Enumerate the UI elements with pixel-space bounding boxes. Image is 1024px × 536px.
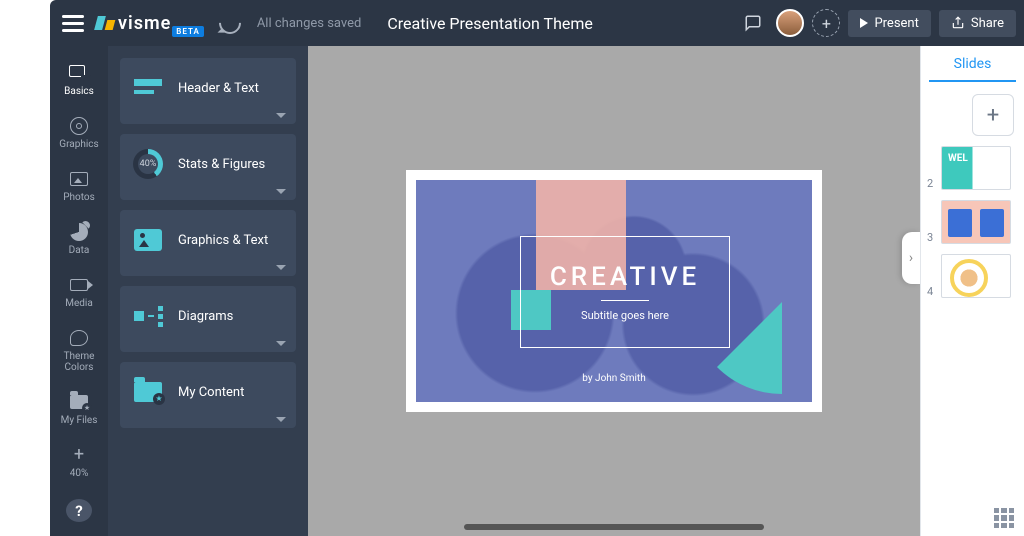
thumb-preview bbox=[941, 254, 1011, 298]
stats-icon: 40% bbox=[133, 149, 163, 179]
play-icon bbox=[860, 18, 868, 28]
slide-title[interactable]: CREATIVE bbox=[550, 262, 700, 292]
graphics-icon bbox=[70, 117, 88, 135]
slide-byline[interactable]: by John Smith bbox=[416, 373, 812, 384]
plus-icon: + bbox=[68, 444, 90, 466]
graphics-text-icon bbox=[134, 229, 162, 251]
share-button[interactable]: Share bbox=[939, 10, 1016, 37]
rail-item-theme-colors[interactable]: Theme Colors bbox=[50, 321, 108, 379]
slide-subtitle[interactable]: Subtitle goes here bbox=[581, 309, 669, 322]
undo-icon[interactable] bbox=[214, 7, 245, 38]
panel-item-header-text[interactable]: Header & Text bbox=[120, 58, 296, 124]
data-icon bbox=[70, 223, 88, 241]
menu-button[interactable] bbox=[58, 8, 88, 38]
avatar[interactable] bbox=[776, 9, 804, 37]
canvas[interactable]: CREATIVE Subtitle goes here by John Smit… bbox=[308, 46, 920, 536]
panel-item-graphics-text[interactable]: Graphics & Text bbox=[120, 210, 296, 276]
left-rail: Basics Graphics Photos Data Media Theme … bbox=[50, 46, 108, 536]
logo-mark-icon bbox=[96, 16, 114, 30]
slide-thumb[interactable]: 4 bbox=[927, 254, 1018, 298]
palette-icon bbox=[70, 330, 88, 346]
panel-item-stats-figures[interactable]: 40% Stats & Figures bbox=[120, 134, 296, 200]
diagrams-icon bbox=[134, 306, 163, 327]
rail-item-media[interactable]: Media bbox=[50, 268, 108, 315]
present-button[interactable]: Present bbox=[848, 10, 930, 37]
category-panel: Header & Text 40% Stats & Figures Graphi… bbox=[108, 46, 308, 536]
chevron-down-icon bbox=[276, 265, 286, 270]
header-text-icon bbox=[134, 79, 162, 97]
rail-item-basics[interactable]: Basics bbox=[50, 56, 108, 103]
basics-icon bbox=[69, 63, 89, 83]
panel-item-my-content[interactable]: My Content bbox=[120, 362, 296, 428]
divider bbox=[601, 300, 649, 301]
grid-view-icon[interactable] bbox=[994, 508, 1014, 528]
chevron-down-icon bbox=[276, 113, 286, 118]
slides-tab[interactable]: Slides bbox=[929, 46, 1016, 82]
topbar: visme BETA All changes saved Creative Pr… bbox=[50, 0, 1024, 46]
help-button[interactable]: ? bbox=[66, 499, 92, 522]
chevron-down-icon bbox=[276, 341, 286, 346]
logo-text: visme bbox=[118, 13, 171, 34]
beta-badge: BETA bbox=[172, 26, 204, 37]
panel-item-diagrams[interactable]: Diagrams bbox=[120, 286, 296, 352]
slides-panel: Slides + 2 3 4 bbox=[920, 46, 1024, 536]
thumb-preview bbox=[941, 200, 1011, 244]
logo[interactable]: visme BETA bbox=[96, 13, 207, 34]
zoom-control[interactable]: +40% bbox=[50, 438, 108, 485]
add-collaborator-button[interactable]: + bbox=[812, 9, 840, 37]
chevron-down-icon bbox=[276, 189, 286, 194]
folder-icon bbox=[70, 395, 88, 409]
rail-item-my-files[interactable]: My Files bbox=[50, 385, 108, 432]
slide[interactable]: CREATIVE Subtitle goes here by John Smit… bbox=[406, 170, 822, 412]
rail-item-graphics[interactable]: Graphics bbox=[50, 109, 108, 156]
slide-thumb[interactable]: 3 bbox=[927, 200, 1018, 244]
media-icon bbox=[70, 279, 88, 291]
slide-thumb[interactable]: 2 bbox=[927, 146, 1018, 190]
share-icon bbox=[951, 16, 965, 30]
collapse-slides-tab[interactable]: › bbox=[902, 232, 920, 284]
comment-icon[interactable] bbox=[738, 8, 768, 38]
save-status: All changes saved bbox=[257, 16, 362, 31]
chevron-down-icon bbox=[276, 417, 286, 422]
rail-item-photos[interactable]: Photos bbox=[50, 162, 108, 209]
my-content-icon bbox=[134, 382, 162, 402]
photos-icon bbox=[70, 172, 88, 186]
title-frame: CREATIVE Subtitle goes here bbox=[520, 236, 730, 348]
project-title[interactable]: Creative Presentation Theme bbox=[387, 14, 593, 33]
slide-background: CREATIVE Subtitle goes here by John Smit… bbox=[416, 180, 812, 402]
rail-item-data[interactable]: Data bbox=[50, 215, 108, 262]
add-slide-button[interactable]: + bbox=[972, 94, 1014, 136]
thumb-preview bbox=[941, 146, 1011, 190]
horizontal-scrollbar[interactable] bbox=[464, 524, 764, 530]
